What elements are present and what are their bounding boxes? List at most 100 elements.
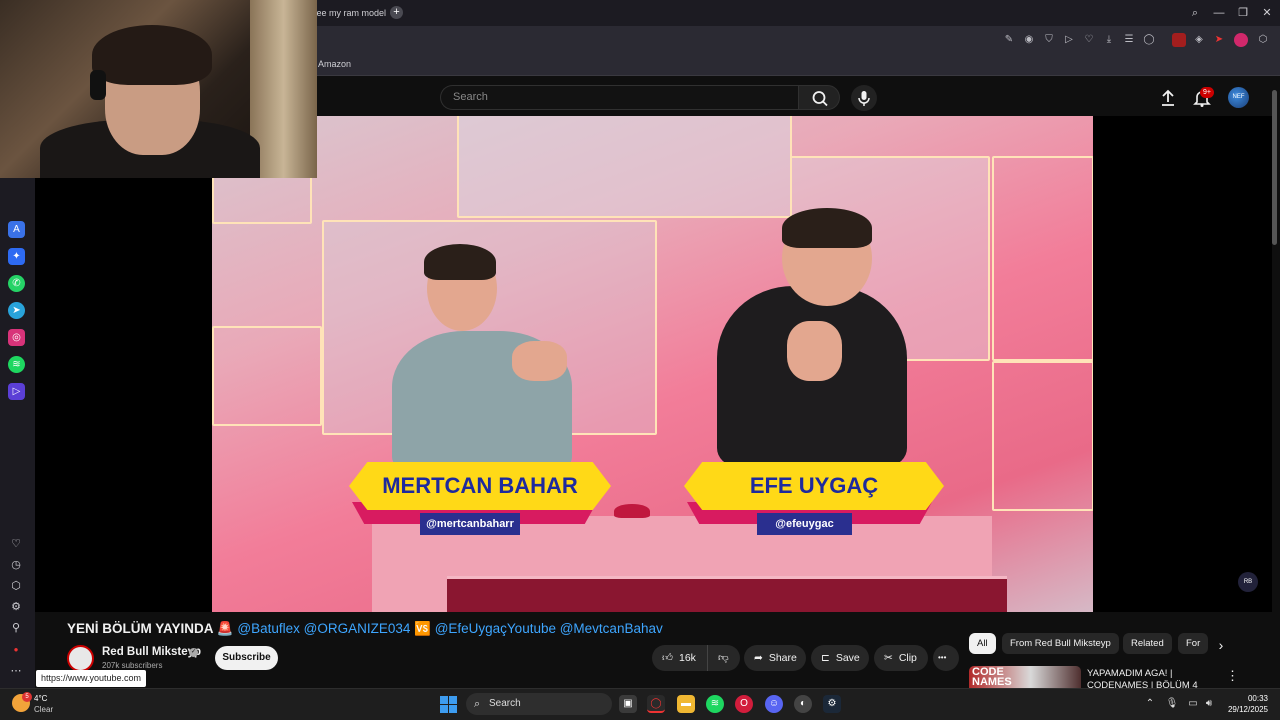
clock-date[interactable]: 29/12/2025 [1218,705,1268,714]
bookmark-amazon[interactable]: Amazon [318,59,351,69]
search-button[interactable] [798,85,840,110]
webcam-overlay [0,0,317,178]
scissors-icon: ✂ [884,652,893,664]
adblock-icon[interactable]: ● [9,643,23,657]
camera-icon[interactable]: ◉ [1022,33,1036,47]
mic-icon [858,91,870,106]
title-mentions-1[interactable]: @Batuflex @ORGANIZE034 [237,621,410,636]
dislike-button[interactable]: 👎︎ [707,645,740,671]
profile-icon[interactable]: ◯ [1142,33,1156,47]
channel-watermark[interactable]: RB [1238,572,1258,592]
volume-tray-icon[interactable]: 🔊︎ [1202,697,1216,711]
wall-panel [212,326,322,426]
status-url-tooltip: https://www.youtube.com [36,670,147,687]
file-explorer-icon[interactable]: ▬ [677,695,695,713]
edit-icon[interactable]: ✎ [1002,33,1016,47]
windows-taskbar [0,688,1280,720]
search-input[interactable]: Search [440,85,798,110]
share-button[interactable]: ➦ Share [744,645,806,671]
settings-gear-icon[interactable]: ⚙ [9,600,23,614]
kebab-menu-icon[interactable]: ⋮ [1226,668,1239,684]
title-mentions-2[interactable]: @EfeUygaçYoutube @MevtcanBahav [435,621,663,636]
restore-button[interactable]: ❐ [1233,4,1253,22]
channel-name[interactable]: Red Bull Miksteyp [102,646,201,658]
right-nameplate: EFE UYGAÇ [684,462,944,510]
close-window-button[interactable]: ✕ [1257,4,1277,22]
like-count: 16k [678,652,696,664]
chip-for-you[interactable]: For [1178,633,1208,654]
steam-icon[interactable]: ⚙ [823,695,841,713]
menu-icon[interactable]: ☰ [1122,33,1136,47]
desk-front-panel [447,576,1007,612]
like-button[interactable]: 👍︎ 16k [652,645,707,671]
wall-panel [457,116,792,218]
microphone-tray-icon[interactable]: 🎙︎ [1165,697,1179,711]
page-scrollbar[interactable] [1272,90,1277,245]
webcam-curtain [250,0,317,178]
heart-icon[interactable]: ♡ [1082,33,1096,47]
taskbar-search[interactable]: Search [466,693,612,715]
thumbs-up-icon: 👍︎ [662,652,673,664]
save-label: Save [835,652,860,664]
aria-icon[interactable]: A [8,221,25,238]
clock-time[interactable]: 00:33 [1238,694,1268,703]
spotify-icon[interactable]: ≋ [8,356,25,373]
whatsapp-icon[interactable]: ✆ [8,275,25,292]
windows-start-icon[interactable] [440,696,457,713]
taskbar-search-icon: ⌕ [474,698,481,710]
upload-icon[interactable] [1158,88,1178,108]
left-nameplate: MERTCAN BAHAR [349,462,611,510]
chip-related[interactable]: Related [1123,633,1172,654]
telegram-icon[interactable]: ➤ [8,302,25,319]
extension-mask-icon[interactable]: ◈ [1192,33,1206,47]
history-icon[interactable]: ◷ [9,558,23,572]
tray-chevron-up-icon[interactable]: ⌃ [1143,697,1157,711]
video-player[interactable]: MERTCAN BAHAR @mertcanbaharr EFE UYGAÇ @… [212,116,1093,612]
chevron-right-icon[interactable]: › [1212,636,1230,654]
notification-count-badge: 9+ [1200,87,1214,98]
player-icon[interactable]: ▷ [8,383,25,400]
new-tab-button[interactable]: + [390,6,403,19]
share-icon: ➦ [754,652,763,664]
share-label: Share [768,652,797,664]
extensions-icon[interactable]: ⬡ [9,579,23,593]
voice-search-button[interactable] [851,85,877,111]
chip-from-channel[interactable]: From Red Bull Miksteyp [1002,633,1119,654]
search-tabs-icon[interactable]: ⌕ [1185,4,1205,22]
instagram-icon[interactable]: ◎ [8,329,25,346]
github-desktop-icon[interactable]: ◐ [794,695,812,713]
opera-taskbar-icon[interactable]: O [735,695,753,713]
recommendation-title[interactable]: YAPAMADIM AGA! | CODENAMES | BÖLÜM 4 [1087,668,1207,688]
extension-pink-icon[interactable] [1234,33,1248,47]
extensions-cube-icon[interactable]: ⬡ [1256,33,1270,47]
subscriber-count: 207k subscribers [102,661,163,670]
more-actions-button[interactable]: ••• [933,645,959,671]
save-button[interactable]: ⊏ Save [811,645,869,671]
account-avatar[interactable]: NEF [1228,87,1249,108]
sidebar-more-icon[interactable]: ⋯ [9,664,23,678]
browser-tab[interactable]: see my ram model [312,4,386,22]
shield-icon[interactable]: ⛉ [1042,33,1056,47]
bookmark-icon: ⊏ [821,652,830,664]
verified-check-icon: ✓ [189,648,198,657]
weather-temperature: 4°C [34,694,48,703]
chip-all[interactable]: All [969,633,996,654]
network-tray-icon[interactable]: ▭ [1186,697,1200,711]
play-icon[interactable]: ▷ [1062,33,1076,47]
left-person-hair [424,244,496,280]
task-view-icon[interactable]: ▣ [619,695,637,713]
search-icon [812,91,828,107]
discord-icon[interactable]: ☺ [765,695,783,713]
clip-button[interactable]: ✂ Clip [874,645,928,671]
extension-arrow-icon[interactable]: ➤ [1212,33,1226,47]
extension-red-icon[interactable] [1172,33,1186,47]
download-icon[interactable]: ⤓ [1102,33,1116,47]
subscribe-button[interactable]: Subscribe [215,646,278,670]
messenger-icon[interactable]: ✦ [8,248,25,265]
tips-bulb-icon[interactable]: ⚲ [9,621,23,635]
spotify-taskbar-icon[interactable]: ≋ [706,695,724,713]
channel-avatar[interactable] [67,645,94,672]
favorites-icon[interactable]: ♡ [9,537,23,551]
minimize-button[interactable]: — [1209,4,1229,22]
opera-gx-icon[interactable]: ◯ [647,695,665,713]
